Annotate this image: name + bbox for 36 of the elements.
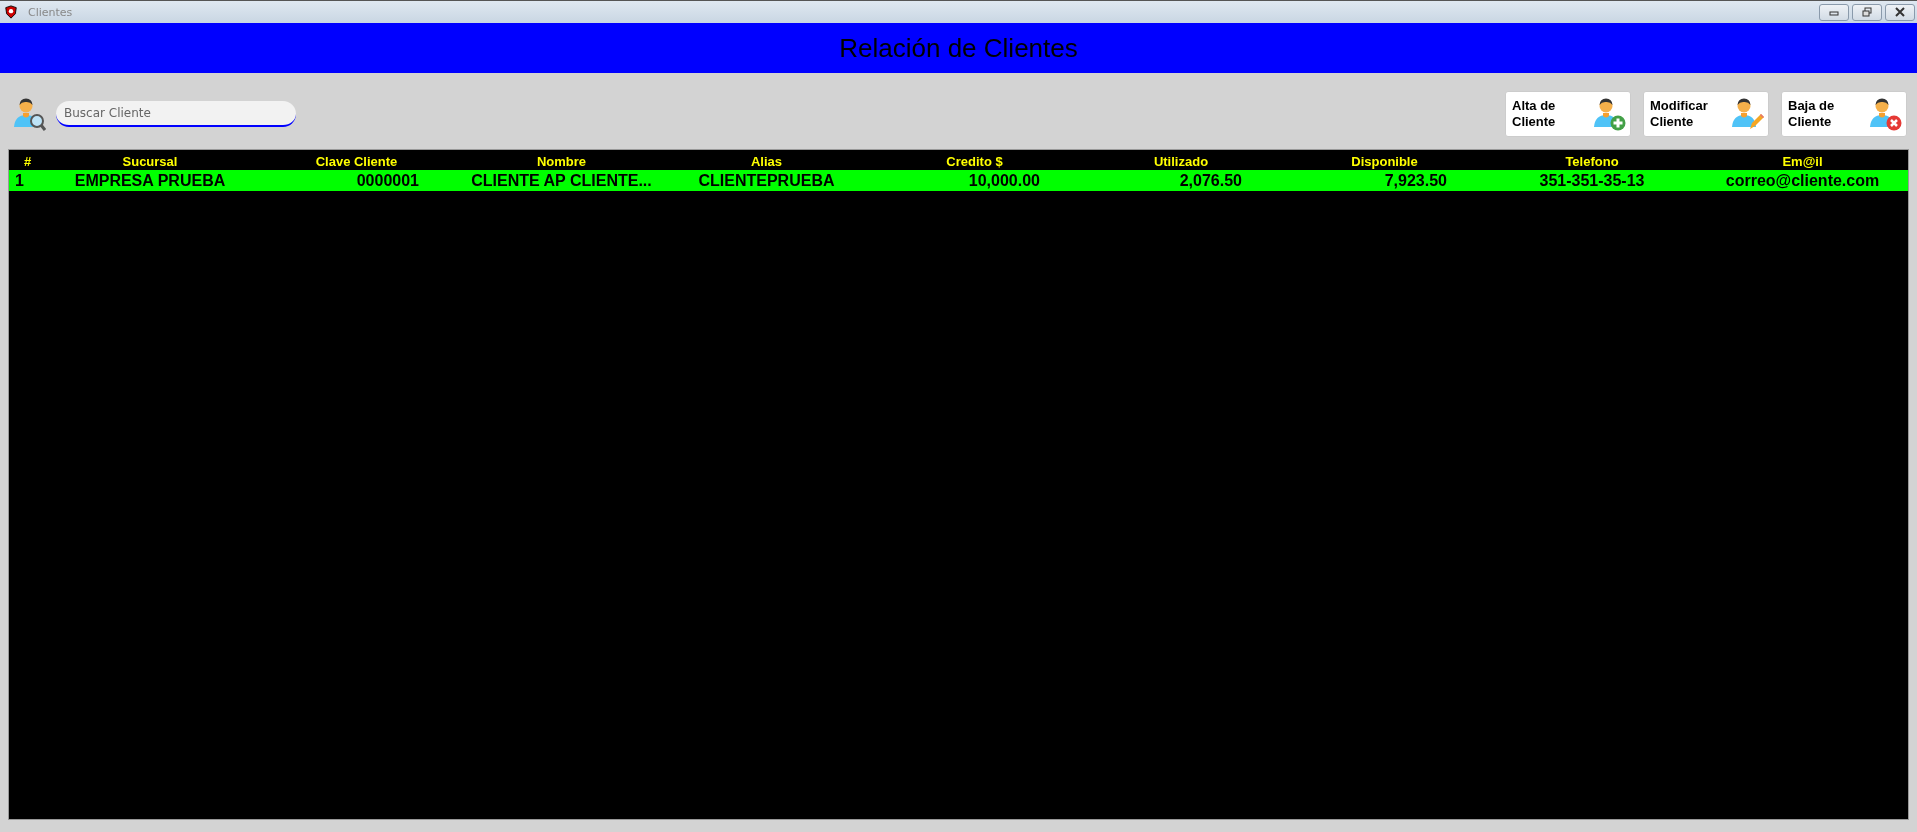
search-field[interactable]: Buscar Cliente <box>56 101 296 127</box>
restore-icon <box>1862 7 1872 17</box>
window-title: Clientes <box>28 5 73 19</box>
page-title: Relación de Clientes <box>839 32 1078 64</box>
close-button[interactable] <box>1885 3 1915 21</box>
table-cell-text: CLIENTEPRUEBA <box>697 171 836 191</box>
table-cell-text: 7,923.50 <box>1383 171 1448 191</box>
table-cell-text: EMPRESA PRUEBA <box>73 171 227 191</box>
column-header: Utilizado <box>1152 153 1210 170</box>
table-cell-text: 1 <box>14 171 25 191</box>
table-cell-text: correo@cliente.com <box>1724 171 1881 191</box>
column-header: Em@il <box>1781 153 1824 170</box>
user-pencil-icon <box>1730 97 1764 131</box>
column-header: Telefono <box>1564 153 1620 170</box>
column-header: Sucursal <box>121 153 179 170</box>
action-button[interactable]: Baja de Cliente <box>1781 91 1907 137</box>
column-header: Clave Cliente <box>314 153 399 170</box>
table-cell-text: CLIENTE AP CLIENTE... <box>470 171 653 191</box>
table-cell-text: 10,000.00 <box>967 171 1041 191</box>
user-remove-icon <box>1868 97 1902 131</box>
close-icon <box>1895 7 1905 17</box>
column-header: Nombre <box>535 153 588 170</box>
user-search-icon <box>12 97 46 131</box>
app-icon <box>4 5 18 19</box>
column-header: Disponible <box>1350 153 1419 170</box>
table-cell-text: 351-351-35-13 <box>1538 171 1646 191</box>
column-header: # <box>22 153 33 170</box>
user-add-icon <box>1592 97 1626 131</box>
minimize-button[interactable] <box>1819 3 1849 21</box>
table-cell-text: 0000001 <box>355 171 420 191</box>
column-header: Credito $ <box>945 153 1004 170</box>
table-row[interactable]: 1 EMPRESA PRUEBA 0000001 CLIENTE AP CLIENTE... CLIENTEPRUEBA 10,000.00 2,076.50 7,923.50 351-351-35-13 correo@cliente.com <box>9 170 1908 191</box>
column-header: Alias <box>749 153 784 170</box>
table-cell-text: 2,076.50 <box>1178 171 1243 191</box>
action-button[interactable]: Alta de Cliente <box>1505 91 1631 137</box>
action-button[interactable]: Modificar Cliente <box>1643 91 1769 137</box>
